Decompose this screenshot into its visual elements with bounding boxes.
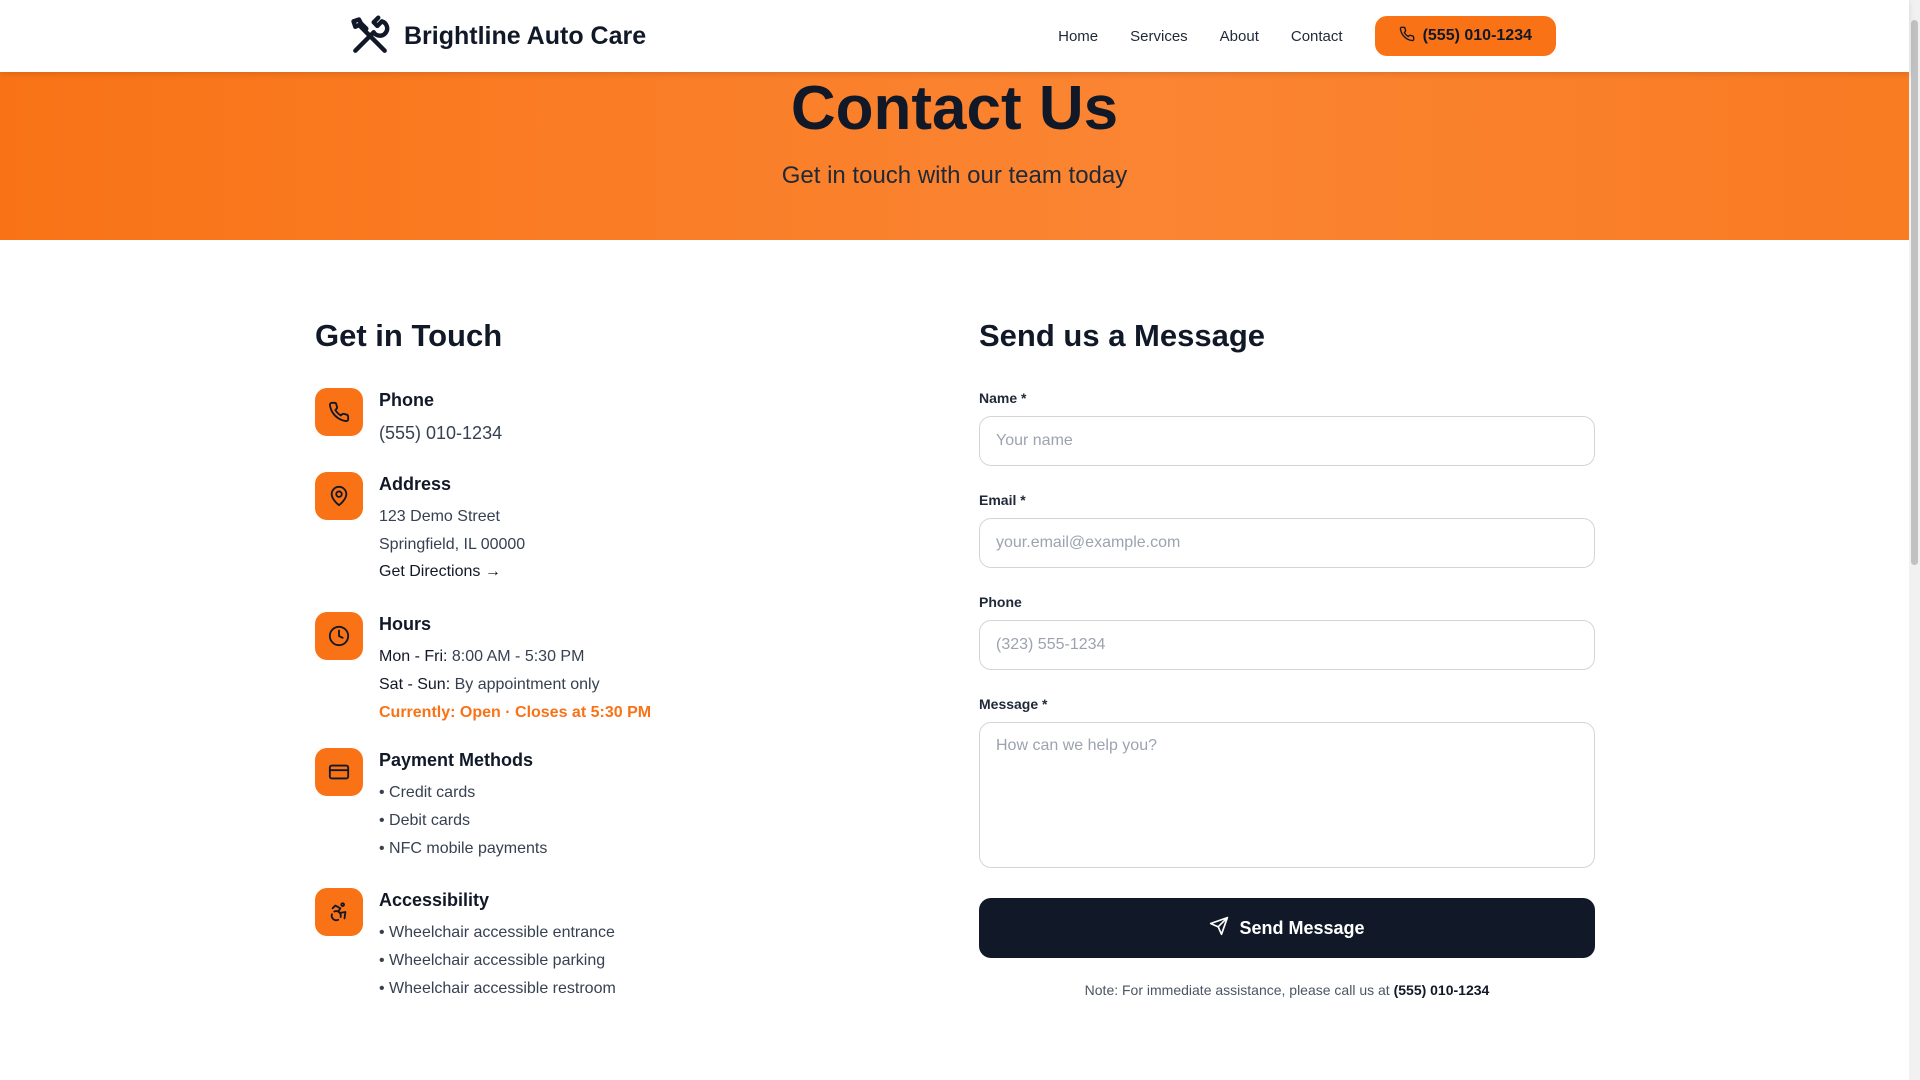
info-accessibility: Accessibility • Wheelchair accessible en… (315, 888, 616, 1003)
clock-icon (315, 612, 363, 660)
send-icon (1209, 916, 1229, 941)
hours-weekend-value: By appointment only (450, 676, 600, 693)
form-note-text: Note: For immediate assistance, please c… (1084, 982, 1394, 998)
credit-card-icon (315, 748, 363, 796)
nav-about[interactable]: About (1220, 28, 1259, 45)
contact-info: Get in Touch Phone (555) 010-1234 Addres… (315, 318, 915, 997)
brand[interactable]: Brightline Auto Care (348, 14, 646, 58)
accessibility-icon (315, 888, 363, 936)
info-hours: Hours Mon - Fri: 8:00 AM - 5:30 PM Sat -… (315, 612, 651, 727)
open-status: Currently: Open · Closes at 5:30 PM (379, 704, 652, 721)
hours-weekday-label: Mon - Fri: (379, 648, 448, 665)
message-textarea[interactable] (979, 722, 1595, 868)
phone-input[interactable] (979, 620, 1595, 670)
accessibility-item: • Wheelchair accessible restroom (379, 980, 616, 997)
payment-item: • Credit cards (379, 784, 476, 801)
name-input[interactable] (979, 416, 1595, 466)
page-subtitle: Get in touch with our team today (781, 162, 1128, 189)
contact-form: Send us a Message Name * Email * Phone M… (979, 318, 1595, 998)
contact-info-title: Get in Touch (315, 318, 503, 353)
map-pin-icon (315, 472, 363, 520)
page-scrollbar[interactable] (1909, 0, 1920, 1080)
tools-icon (348, 14, 392, 58)
email-label: Email * (979, 492, 1026, 508)
nav-services[interactable]: Services (1130, 28, 1188, 45)
send-message-button[interactable]: Send Message (979, 898, 1595, 958)
hero-banner: Contact Us Get in touch with our team to… (0, 72, 1909, 240)
address-line-1: 123 Demo Street (379, 508, 500, 525)
info-phone: Phone (555) 010-1234 (315, 388, 502, 447)
hours-weekday-value: 8:00 AM - 5:30 PM (447, 648, 585, 665)
info-phone-title: Phone (379, 390, 435, 410)
message-field-group: Message * (979, 696, 1595, 873)
accessibility-item: • Wheelchair accessible parking (379, 952, 606, 969)
info-address: Address 123 Demo Street Springfield, IL … (315, 472, 525, 581)
hours-weekend: Sat - Sun: By appointment only (379, 671, 651, 699)
info-accessibility-title: Accessibility (379, 890, 490, 910)
nav-contact[interactable]: Contact (1291, 28, 1343, 45)
message-label: Message * (979, 696, 1048, 712)
hours-weekend-label: Sat - Sun: (379, 676, 451, 693)
scrollbar-thumb[interactable] (1911, 20, 1918, 565)
accessibility-item: • Wheelchair accessible entrance (379, 924, 615, 941)
name-label: Name * (979, 390, 1027, 406)
phone-field-group: Phone (979, 594, 1595, 670)
info-hours-title: Hours (379, 614, 432, 634)
payment-item: • NFC mobile payments (379, 840, 548, 857)
info-payment-title: Payment Methods (379, 750, 534, 770)
address-line-2: Springfield, IL 00000 (379, 536, 526, 553)
email-input[interactable] (979, 518, 1595, 568)
get-directions-link[interactable]: Get Directions → (379, 563, 501, 581)
form-note-phone[interactable]: (555) 010-1234 (1394, 982, 1490, 998)
call-button[interactable]: (555) 010-1234 (1374, 16, 1556, 56)
brand-name: Brightline Auto Care (404, 21, 647, 50)
send-message-label: Send Message (1239, 917, 1365, 938)
hours-weekday: Mon - Fri: 8:00 AM - 5:30 PM (379, 643, 651, 671)
call-button-label: (555) 010-1234 (1422, 27, 1532, 44)
payment-item: • Debit cards (379, 812, 470, 829)
info-address-title: Address (379, 474, 452, 494)
site-header: Brightline Auto Care Home Services About… (0, 0, 1909, 72)
name-field-group: Name * (979, 390, 1595, 466)
form-title: Send us a Message (979, 318, 1266, 353)
page-title: Contact Us (790, 74, 1119, 143)
form-note: Note: For immediate assistance, please c… (979, 982, 1595, 998)
email-field-group: Email * (979, 492, 1595, 568)
main-nav: Home Services About Contact (555) 010-12… (1058, 16, 1556, 56)
phone-icon (315, 388, 363, 436)
info-payment: Payment Methods • Credit cards • Debit c… (315, 748, 547, 863)
nav-home[interactable]: Home (1058, 28, 1098, 45)
phone-label: Phone (979, 594, 1022, 610)
info-phone-value[interactable]: (555) 010-1234 (379, 419, 502, 447)
phone-icon (1399, 26, 1415, 47)
